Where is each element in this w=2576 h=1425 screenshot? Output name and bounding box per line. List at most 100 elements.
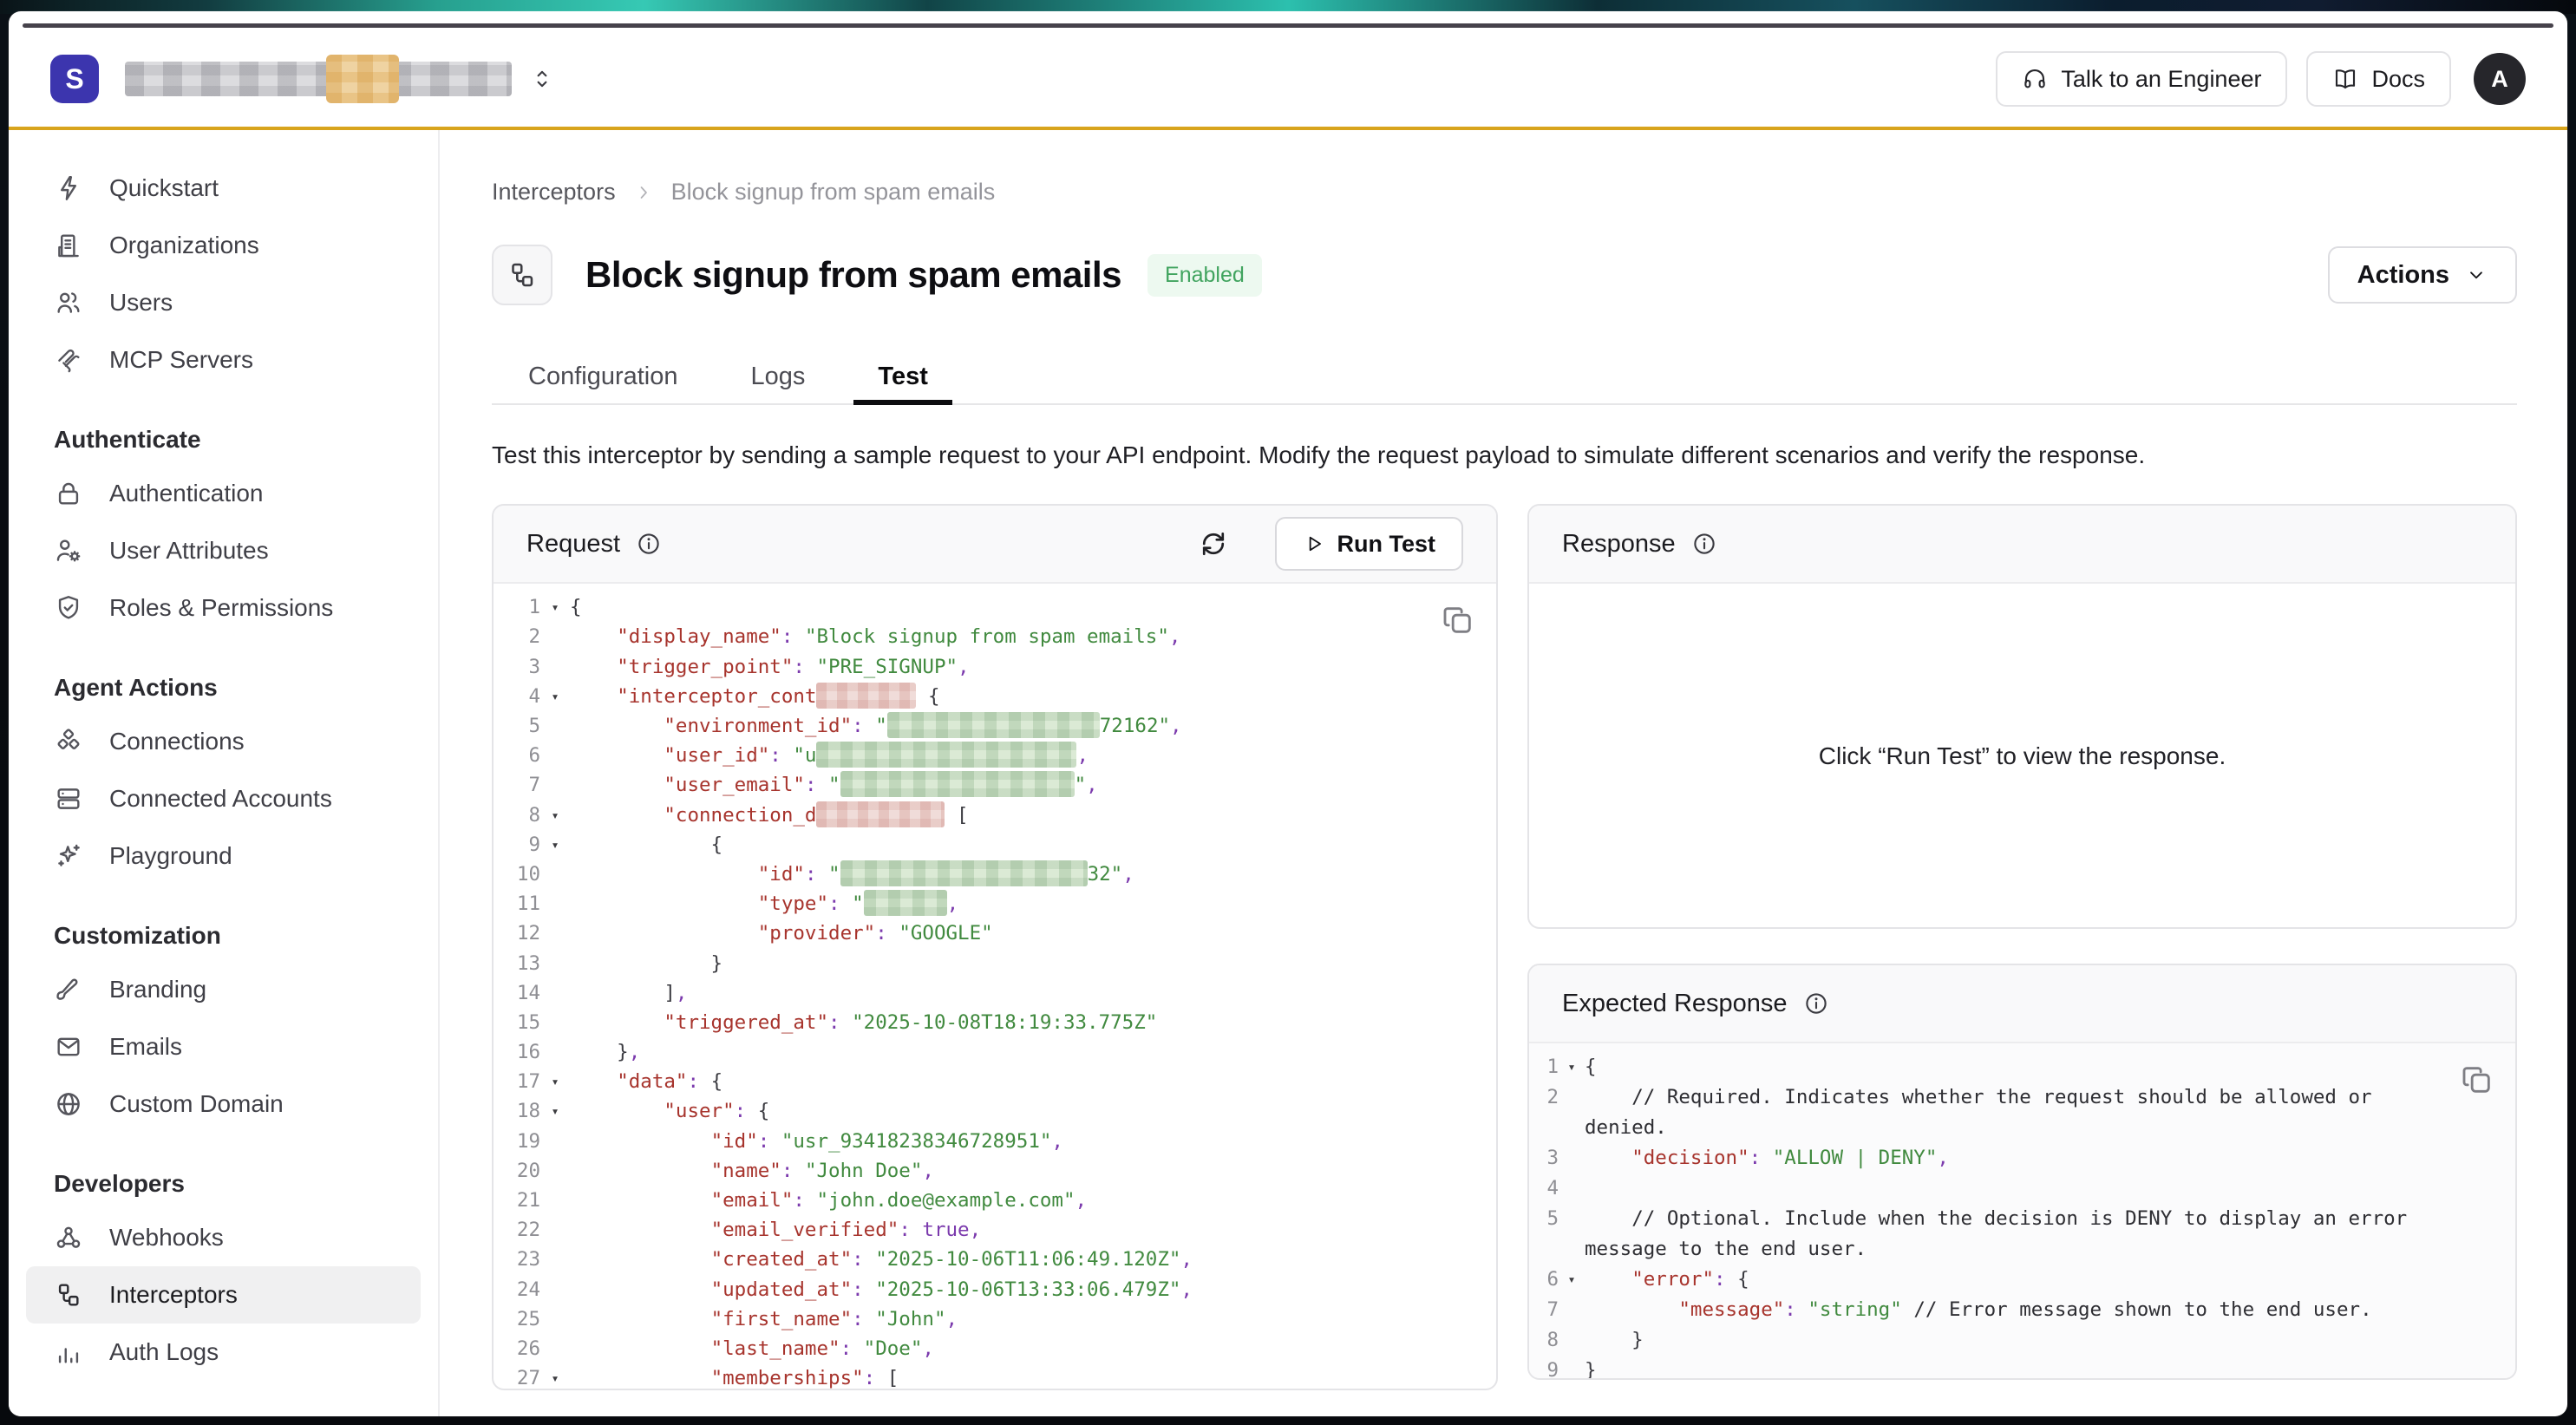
sidebar-item-custom-domain[interactable]: Custom Domain (9, 1075, 438, 1133)
line-number: 19 (494, 1127, 540, 1156)
fold-spacer (1559, 1204, 1585, 1234)
line-number: 2 (1529, 1082, 1559, 1113)
code-line: 7 "message": "string" // Error message s… (1529, 1295, 2515, 1325)
docs-button[interactable]: Docs (2306, 51, 2451, 107)
request-code-editor[interactable]: 1▾{2 "display_name": "Block signup from … (494, 584, 1496, 1390)
sidebar-item-branding[interactable]: Branding (9, 961, 438, 1018)
interceptor-icon (54, 1280, 83, 1310)
sidebar-item-connected-accounts[interactable]: Connected Accounts (9, 770, 438, 827)
actions-button[interactable]: Actions (2328, 246, 2517, 304)
code-text: "id": "usr_93418238346728951", (570, 1127, 1496, 1156)
info-icon[interactable] (1691, 531, 1717, 557)
fold-toggle-icon[interactable]: ▾ (540, 682, 570, 711)
code-text: } (1585, 1325, 2515, 1356)
fold-toggle-icon[interactable]: ▾ (1559, 1052, 1585, 1082)
sidebar-item-playground[interactable]: Playground (9, 827, 438, 885)
talk-to-engineer-button[interactable]: Talk to an Engineer (1996, 51, 2287, 107)
fold-spacer (1559, 1082, 1585, 1113)
fold-toggle-icon[interactable]: ▾ (540, 592, 570, 622)
code-text: "provider": "GOOGLE" (570, 918, 1496, 948)
sidebar-item-webhooks[interactable]: Webhooks (9, 1209, 438, 1266)
sidebar-item-interceptors[interactable]: Interceptors (26, 1266, 421, 1324)
line-number: 20 (494, 1156, 540, 1186)
expected-response-header: Expected Response (1529, 965, 2515, 1043)
code-text: }, (570, 1037, 1496, 1067)
sidebar-item-user-attributes[interactable]: User Attributes (9, 522, 438, 579)
code-line: 3 "trigger_point": "PRE_SIGNUP", (494, 652, 1496, 682)
fold-spacer (540, 860, 570, 889)
code-text: "email_verified": true, (570, 1215, 1496, 1245)
breadcrumb-parent[interactable]: Interceptors (492, 179, 616, 206)
code-line: 11 "type": ", (494, 889, 1496, 918)
sidebar-item-users[interactable]: Users (9, 274, 438, 331)
sidebar-item-quickstart[interactable]: Quickstart (9, 160, 438, 217)
status-badge: Enabled (1147, 254, 1262, 297)
redacted-text (816, 683, 916, 709)
fold-spacer (540, 978, 570, 1008)
org-switcher-chevrons-icon[interactable] (529, 63, 555, 95)
info-icon[interactable] (1803, 990, 1829, 1016)
line-number (1529, 1113, 1559, 1143)
line-number: 8 (1529, 1325, 1559, 1356)
code-line: 8▾ "connection_d [ (494, 801, 1496, 830)
sidebar-item-label: Connected Accounts (109, 785, 332, 813)
fold-toggle-icon[interactable]: ▾ (540, 1096, 570, 1126)
line-number: 5 (1529, 1204, 1559, 1234)
fold-toggle-icon[interactable]: ▾ (540, 801, 570, 830)
tab-test[interactable]: Test (841, 350, 964, 403)
fold-toggle-icon[interactable]: ▾ (1559, 1265, 1585, 1295)
workspace-logo[interactable]: S (50, 55, 99, 103)
sidebar-item-authentication[interactable]: Authentication (9, 465, 438, 522)
line-number: 3 (494, 652, 540, 682)
request-panel-title: Request (526, 530, 620, 559)
line-number (1529, 1234, 1559, 1265)
line-number: 5 (494, 711, 540, 741)
sidebar-item-label: Webhooks (109, 1224, 224, 1252)
sidebar-item-auth-logs[interactable]: Auth Logs (9, 1324, 438, 1381)
run-test-button[interactable]: Run Test (1275, 517, 1464, 571)
fold-spacer (1559, 1295, 1585, 1325)
sidebar-item-organizations[interactable]: Organizations (9, 217, 438, 274)
line-number: 11 (494, 889, 540, 918)
code-text: "triggered_at": "2025-10-08T18:19:33.775… (570, 1008, 1496, 1037)
line-number: 6 (494, 741, 540, 770)
user-avatar[interactable]: A (2474, 53, 2526, 105)
page-title: Block signup from spam emails (585, 254, 1121, 296)
copy-icon[interactable] (2460, 1062, 2494, 1097)
sidebar-item-connections[interactable]: Connections (9, 713, 438, 770)
expected-response-panel: Expected Response 1▾{2 // Required. Indi… (1527, 964, 2517, 1380)
info-icon[interactable] (636, 531, 662, 557)
code-line: 6▾ "error": { (1529, 1265, 2515, 1295)
right-column: Response Click “Run Test” to view the re… (1527, 504, 2517, 1380)
panels-row: Request Run Test 1▾{2 "display_name": "B… (492, 504, 2517, 1390)
tab-logs[interactable]: Logs (715, 350, 842, 403)
line-number: 9 (494, 830, 540, 860)
chevron-down-icon (2465, 264, 2488, 286)
fold-toggle-icon[interactable]: ▾ (540, 830, 570, 860)
sidebar-nav: QuickstartOrganizationsUsersMCP Servers A… (9, 130, 440, 1416)
sidebar-item-label: User Attributes (109, 537, 269, 565)
copy-icon[interactable] (1441, 603, 1475, 637)
fold-spacer (540, 1304, 570, 1334)
response-panel-header: Response (1529, 506, 2515, 584)
talk-to-engineer-label: Talk to an Engineer (2061, 66, 2261, 93)
fold-toggle-icon[interactable]: ▾ (540, 1363, 570, 1390)
tab-configuration[interactable]: Configuration (492, 350, 715, 403)
sidebar-item-emails[interactable]: Emails (9, 1018, 438, 1075)
line-number: 14 (494, 978, 540, 1008)
fold-toggle-icon[interactable]: ▾ (540, 1067, 570, 1096)
breadcrumb: Interceptors Block signup from spam emai… (492, 179, 2517, 206)
fold-spacer (540, 1008, 570, 1037)
line-number: 15 (494, 1008, 540, 1037)
code-line: 25 "first_name": "John", (494, 1304, 1496, 1334)
code-line: denied. (1529, 1113, 2515, 1143)
sidebar-item-roles-permissions[interactable]: Roles & Permissions (9, 579, 438, 637)
sidebar-item-mcp-servers[interactable]: MCP Servers (9, 331, 438, 389)
refresh-icon[interactable] (1197, 527, 1230, 560)
code-line: 21 "email": "john.doe@example.com", (494, 1186, 1496, 1215)
code-text: "name": "John Doe", (570, 1156, 1496, 1186)
org-name-redacted[interactable] (125, 62, 512, 96)
page-description: Test this interceptor by sending a sampl… (492, 441, 2517, 469)
response-panel: Response Click “Run Test” to view the re… (1527, 504, 2517, 929)
sidebar-item-label: Branding (109, 976, 206, 1003)
